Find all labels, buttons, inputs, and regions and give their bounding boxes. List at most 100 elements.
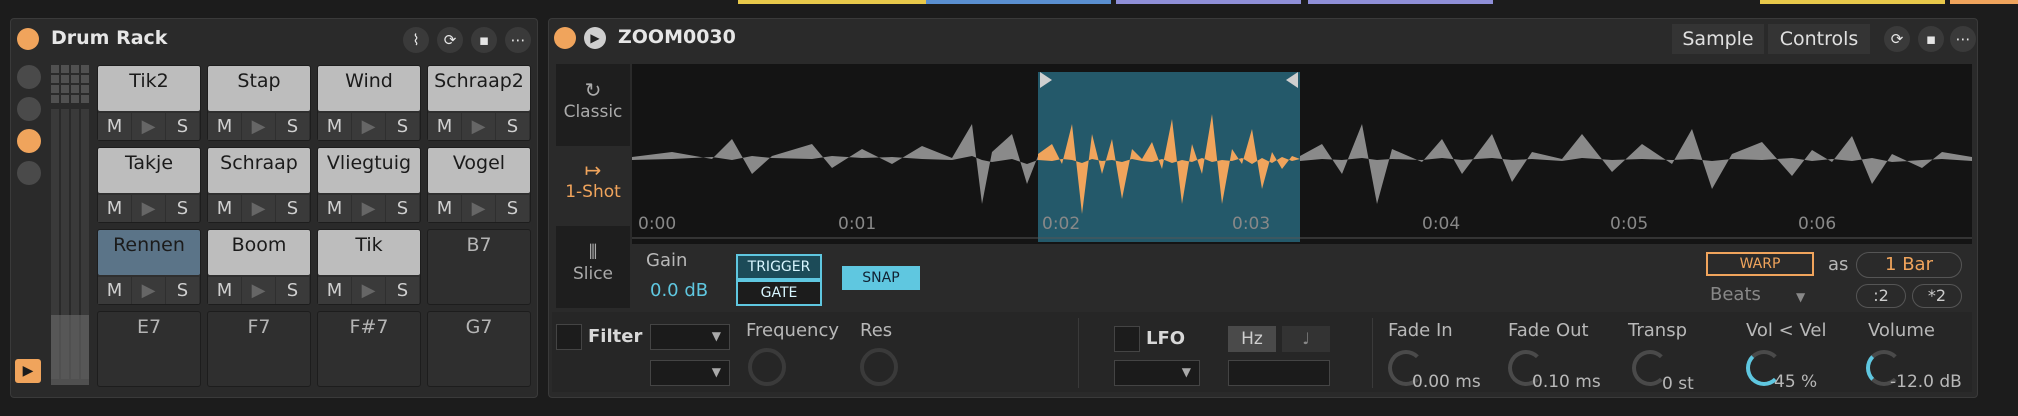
more-options-icon[interactable]: ⋯ xyxy=(1950,26,1976,52)
play-button[interactable]: ▶ xyxy=(132,113,165,140)
tab-controls[interactable]: Controls xyxy=(1768,24,1870,54)
mute-button[interactable]: M xyxy=(208,113,241,140)
show-chains-icon[interactable]: ▶ xyxy=(15,359,41,383)
lfo-shape-dropdown[interactable]: ▼ xyxy=(1114,360,1200,386)
filter-toggle[interactable] xyxy=(556,324,582,350)
trigger-button[interactable]: TRIGGER xyxy=(736,254,822,280)
play-button[interactable]: ▶ xyxy=(132,277,165,304)
macro-view-icon[interactable] xyxy=(17,65,41,89)
pad-overview-grid[interactable] xyxy=(51,65,91,391)
solo-button[interactable]: S xyxy=(496,195,529,222)
device-on-toggle[interactable] xyxy=(554,27,576,49)
lfo-rate-field[interactable] xyxy=(1228,360,1330,386)
clip-slot[interactable] xyxy=(1950,0,2018,4)
solo-button[interactable]: S xyxy=(166,113,199,140)
snap-button[interactable]: SNAP xyxy=(842,266,920,290)
drum-pad[interactable]: Tik2 M ▶ S xyxy=(97,65,201,141)
mute-button[interactable]: M xyxy=(318,113,351,140)
drum-pad-empty[interactable]: B7 xyxy=(427,229,531,305)
clip-slot[interactable] xyxy=(1116,0,1301,4)
gate-button[interactable]: GATE xyxy=(736,280,822,306)
hz-button[interactable]: Hz xyxy=(1228,326,1276,352)
drum-pad-empty[interactable]: E7 xyxy=(97,311,201,387)
filter-slope-dropdown[interactable]: ▼ xyxy=(650,360,730,386)
play-button[interactable]: ▶ xyxy=(352,113,385,140)
gain-value[interactable]: 0.0 dB xyxy=(650,280,708,301)
solo-button[interactable]: S xyxy=(386,195,419,222)
mute-button[interactable]: M xyxy=(208,277,241,304)
drum-pad[interactable]: Wind M ▶ S xyxy=(317,65,421,141)
drum-pad-empty[interactable]: G7 xyxy=(427,311,531,387)
play-button[interactable]: ▶ xyxy=(242,113,275,140)
preview-play-icon[interactable]: ▶ xyxy=(584,27,606,49)
filter-type-dropdown[interactable]: ▼ xyxy=(650,324,730,350)
solo-button[interactable]: S xyxy=(276,277,309,304)
more-options-icon[interactable]: ⋯ xyxy=(505,27,531,53)
mute-button[interactable]: M xyxy=(98,113,131,140)
drum-pad[interactable]: Vliegtuig M ▶ S xyxy=(317,147,421,223)
half-tempo-button[interactable]: :2 xyxy=(1856,284,1906,308)
frequency-knob[interactable] xyxy=(748,348,786,386)
hot-swap-icon[interactable]: ⟳ xyxy=(1884,26,1910,52)
pad-view-icon[interactable] xyxy=(17,129,41,153)
double-tempo-button[interactable]: *2 xyxy=(1912,284,1962,308)
play-button[interactable]: ▶ xyxy=(352,277,385,304)
drum-pad[interactable]: Schraap M ▶ S xyxy=(207,147,311,223)
solo-button[interactable]: S xyxy=(276,195,309,222)
mode-classic[interactable]: ↻ Classic xyxy=(556,64,630,144)
mute-button[interactable]: M xyxy=(428,113,461,140)
solo-button[interactable]: S xyxy=(166,195,199,222)
solo-button[interactable]: S xyxy=(166,277,199,304)
drum-pad[interactable]: Takje M ▶ S xyxy=(97,147,201,223)
solo-button[interactable]: S xyxy=(386,113,419,140)
clip-slot[interactable] xyxy=(1308,0,1493,4)
play-button[interactable]: ▶ xyxy=(242,277,275,304)
play-button[interactable]: ▶ xyxy=(132,195,165,222)
time-tick: 0:00 xyxy=(638,214,677,234)
drum-pad-empty[interactable]: F#7 xyxy=(317,311,421,387)
random-icon[interactable] xyxy=(17,97,41,121)
play-button[interactable]: ▶ xyxy=(462,195,495,222)
bar-length-field[interactable]: 1 Bar xyxy=(1856,252,1962,278)
fade-in-label: Fade In xyxy=(1388,320,1453,341)
play-button[interactable]: ▶ xyxy=(462,113,495,140)
mute-button[interactable]: M xyxy=(318,277,351,304)
drum-pad[interactable]: Vogel M ▶ S xyxy=(427,147,531,223)
tab-sample[interactable]: Sample xyxy=(1672,24,1764,54)
drum-pad[interactable]: Schraap2 M ▶ S xyxy=(427,65,531,141)
volume-label: Volume xyxy=(1868,320,1935,341)
drum-pad[interactable]: Stap M ▶ S xyxy=(207,65,311,141)
res-knob[interactable] xyxy=(860,348,898,386)
mute-button[interactable]: M xyxy=(208,195,241,222)
mute-button[interactable]: M xyxy=(318,195,351,222)
beats-dropdown[interactable]: Beats xyxy=(1710,284,1761,305)
solo-button[interactable]: S xyxy=(496,113,529,140)
sync-note-icon[interactable]: ♩ xyxy=(1282,326,1330,352)
save-preset-icon[interactable]: ▪ xyxy=(471,27,497,53)
mute-button[interactable]: M xyxy=(98,195,131,222)
drum-pad[interactable]: Boom M ▶ S xyxy=(207,229,311,305)
lfo-toggle[interactable] xyxy=(1114,326,1140,352)
drum-pad[interactable]: Tik M ▶ S xyxy=(317,229,421,305)
play-button[interactable]: ▶ xyxy=(352,195,385,222)
clip-slot[interactable] xyxy=(738,0,938,4)
device-on-toggle[interactable] xyxy=(17,28,39,50)
drum-pad-empty[interactable]: F7 xyxy=(207,311,311,387)
clip-slot[interactable] xyxy=(926,0,1111,4)
mute-button[interactable]: M xyxy=(428,195,461,222)
solo-button[interactable]: S xyxy=(276,113,309,140)
mute-button[interactable]: M xyxy=(98,277,131,304)
chain-list-icon[interactable] xyxy=(17,161,41,185)
mode-slice[interactable]: ⦀ Slice xyxy=(556,228,630,308)
hot-swap-icon[interactable]: ⟳ xyxy=(437,27,463,53)
play-button[interactable]: ▶ xyxy=(242,195,275,222)
pad-grid: Tik2 M ▶ S Stap M ▶ S Wind M ▶ S Schraap… xyxy=(97,65,535,395)
clip-slot[interactable] xyxy=(1760,0,1945,4)
waveform-display[interactable]: 0:00 0:01 0:02 0:03 0:04 0:05 0:06 xyxy=(632,64,1972,244)
mode-one-shot[interactable]: ↦ 1-Shot xyxy=(556,146,630,226)
save-preset-icon[interactable]: ▪ xyxy=(1918,26,1944,52)
solo-button[interactable]: S xyxy=(386,277,419,304)
warp-button[interactable]: WARP xyxy=(1706,252,1814,276)
drum-pad-selected[interactable]: Rennen M ▶ S xyxy=(97,229,201,305)
macro-icon[interactable]: ⌇ xyxy=(403,27,429,53)
